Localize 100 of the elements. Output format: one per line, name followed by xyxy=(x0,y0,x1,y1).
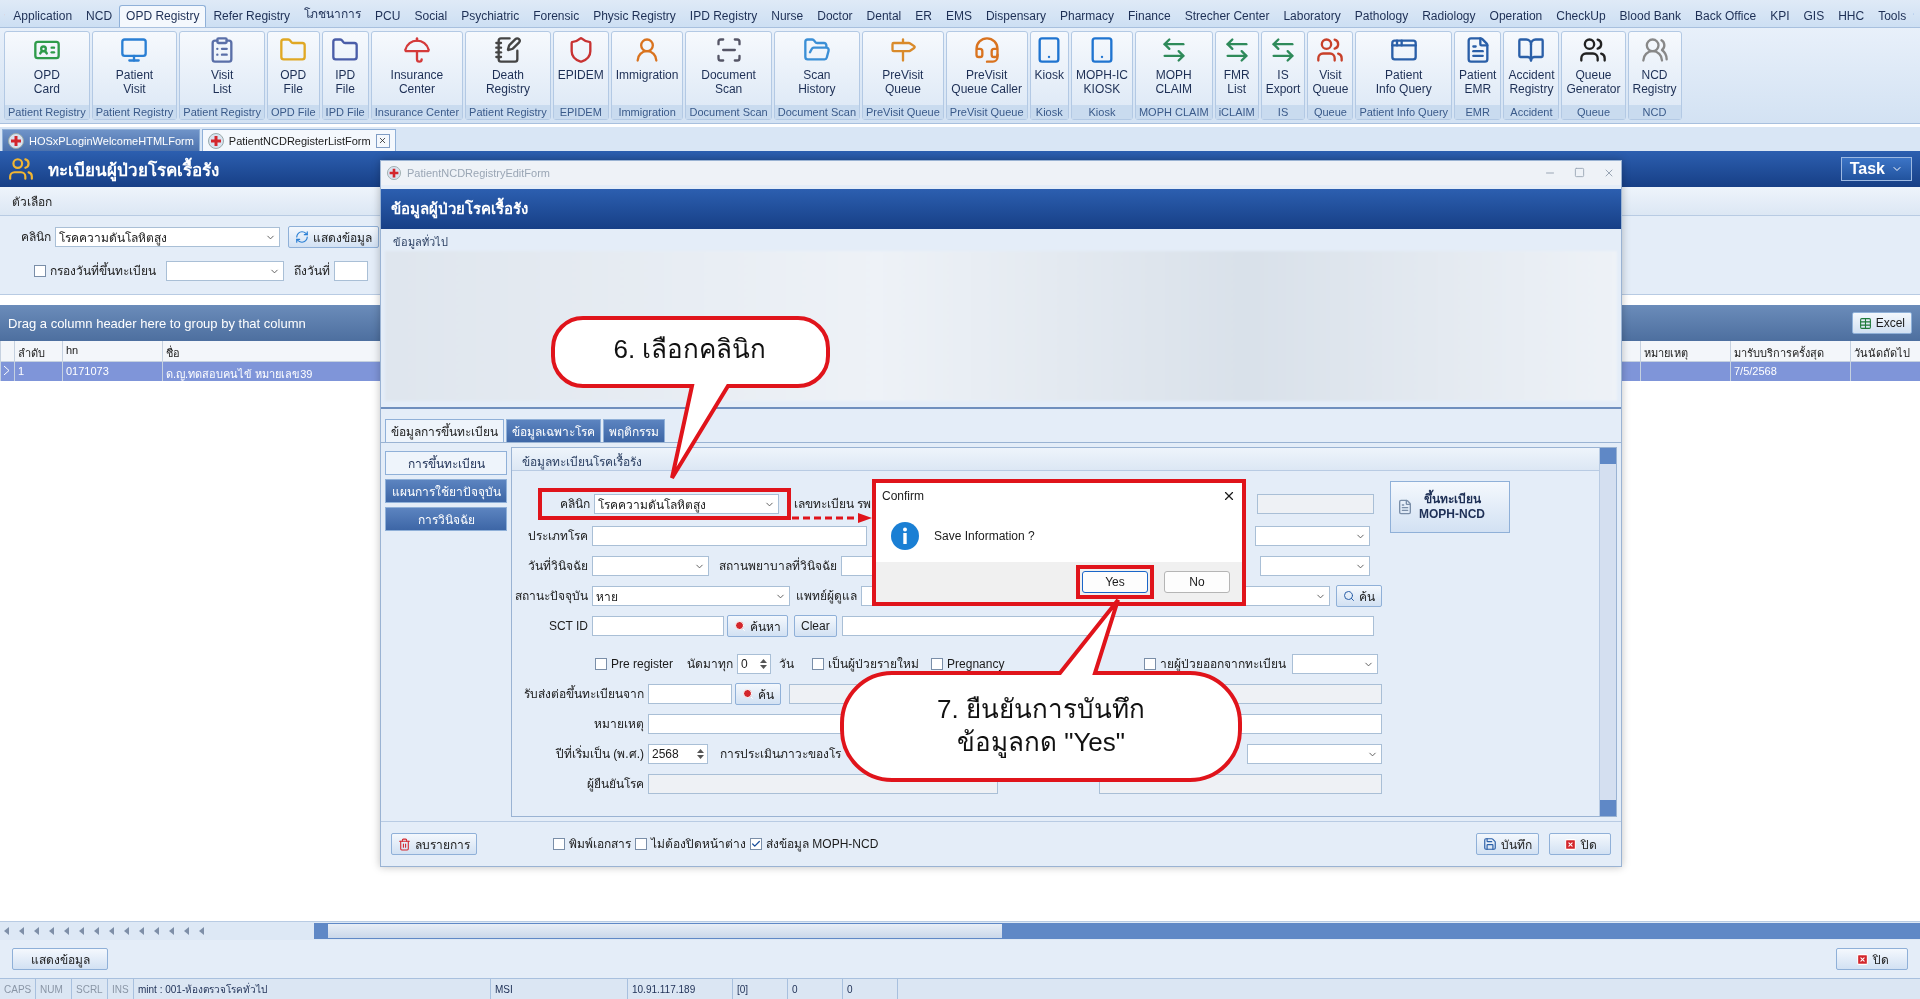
checkbox[interactable] xyxy=(750,838,762,850)
text-field[interactable] xyxy=(592,616,724,636)
menu-tab[interactable]: Dental xyxy=(859,5,909,27)
menu-tab[interactable]: Dispensary xyxy=(978,5,1053,27)
date-dropdown[interactable] xyxy=(592,556,709,576)
menu-tab[interactable]: Social xyxy=(407,5,455,27)
menu-tab[interactable]: Forensic xyxy=(526,5,587,27)
checkbox[interactable] xyxy=(635,838,647,850)
menu-tab[interactable]: Back Office xyxy=(1688,5,1764,27)
ribbon-button[interactable]: NCD Registry NCD xyxy=(1627,31,1682,120)
document-tab[interactable]: HOSxPLoginWelcomeHTMLForm xyxy=(2,129,200,151)
ribbon-button[interactable]: Patient Visit Patient Registry xyxy=(91,31,178,120)
menu-tab[interactable]: KPI xyxy=(1763,5,1797,27)
menu-tab[interactable]: Psychiatric xyxy=(454,5,527,27)
ribbon-button[interactable]: OPD Card Patient Registry xyxy=(4,31,90,120)
clear-button[interactable]: Clear xyxy=(794,615,837,637)
menu-tab[interactable]: Tools xyxy=(1871,5,1914,27)
ribbon-button[interactable]: Immigration Immigration xyxy=(610,31,684,120)
menu-tab[interactable]: CheckUp xyxy=(1549,5,1613,27)
menu-tab[interactable]: Operation xyxy=(1482,5,1550,27)
checkbox[interactable] xyxy=(931,658,944,670)
form-tab[interactable]: ข้อมูลการขึ้นทะเบียน xyxy=(385,419,504,442)
menu-tab[interactable]: PCU xyxy=(368,5,408,27)
doctor-search-button[interactable]: ค้น xyxy=(1336,585,1382,607)
status-dropdown[interactable]: หาย xyxy=(592,586,790,606)
menu-tab[interactable]: EMS xyxy=(938,5,979,27)
ribbon-button[interactable]: Kiosk Kiosk xyxy=(1029,31,1069,120)
date-field[interactable] xyxy=(334,261,368,281)
checkbox[interactable] xyxy=(812,658,825,670)
text-field[interactable] xyxy=(592,526,867,546)
menu-tab[interactable]: Physic Registry xyxy=(586,5,683,27)
checkbox[interactable] xyxy=(595,658,607,670)
save-button[interactable]: บันทึก xyxy=(1476,833,1539,855)
ribbon-button[interactable]: Queue Generator Queue xyxy=(1561,31,1626,120)
menu-tab[interactable]: Finance xyxy=(1121,5,1178,27)
ribbon-button[interactable]: PreVisit Queue Caller PreVisit Queue xyxy=(945,31,1028,120)
menu-tab[interactable]: โภชนาการ xyxy=(297,0,369,27)
ribbon-button[interactable]: IPD File IPD File xyxy=(321,31,369,120)
show-data-button[interactable]: แสดงข้อมูล xyxy=(12,948,108,970)
checkbox[interactable] xyxy=(553,838,565,850)
menu-tab[interactable]: Doctor xyxy=(810,5,860,27)
ribbon-button[interactable]: Visit List Patient Registry xyxy=(179,31,265,120)
text-field[interactable] xyxy=(841,616,1374,636)
register-moph-ncd-button[interactable]: ขึ้นทะเบียน MOPH-NCD xyxy=(1390,481,1510,533)
clinic-dropdown[interactable]: โรคความดันโลหิตสูง xyxy=(594,494,779,514)
form-tab[interactable]: ข้อมูลเฉพาะโรค xyxy=(506,419,601,442)
menu-tab[interactable]: Refer Registry xyxy=(206,5,298,27)
year-spinner[interactable]: 2568 xyxy=(648,744,708,764)
side-tab[interactable]: แผนการใช้ยาปัจจุบัน xyxy=(385,479,507,503)
document-tab[interactable]: PatientNCDRegisterListForm xyxy=(201,129,396,151)
menu-tab[interactable]: ER xyxy=(908,5,939,27)
vertical-scrollbar[interactable] xyxy=(1599,448,1616,816)
ribbon-button[interactable]: OPD File OPD File xyxy=(266,31,320,120)
close-icon[interactable] xyxy=(1222,489,1236,503)
form-tab[interactable]: พฤติกรรม xyxy=(603,419,665,442)
close-button[interactable]: ปิด xyxy=(1549,833,1611,855)
ribbon-button[interactable]: Document Scan Document Scan xyxy=(685,31,772,120)
text-field[interactable] xyxy=(648,684,732,704)
menu-tab[interactable]: GIS xyxy=(1796,5,1832,27)
maximize-icon[interactable] xyxy=(1574,167,1585,178)
no-button[interactable]: No xyxy=(1164,571,1230,593)
ribbon-button[interactable]: MOPH CLAIM MOPH CLAIM xyxy=(1134,31,1213,120)
close-tab-button[interactable] xyxy=(375,133,390,148)
yes-button[interactable]: Yes xyxy=(1082,571,1148,593)
close-button[interactable]: ปิด xyxy=(1836,948,1908,970)
task-button[interactable]: Task xyxy=(1840,157,1912,181)
ribbon-button[interactable]: Insurance Center Insurance Center xyxy=(370,31,464,120)
delete-button[interactable]: ลบรายการ xyxy=(391,833,477,855)
ribbon-button[interactable]: Death Registry Patient Registry xyxy=(465,31,551,120)
ribbon-button[interactable]: Patient EMR EMR xyxy=(1454,31,1502,120)
excel-button[interactable]: Excel xyxy=(1851,312,1912,334)
side-tab[interactable]: การขึ้นทะเบียน xyxy=(385,451,507,475)
search-button[interactable]: ค้นหา xyxy=(727,615,788,637)
ribbon-button[interactable]: Patient Info Query Patient Info Query xyxy=(1355,31,1453,120)
menu-tab[interactable]: Radiology xyxy=(1415,5,1483,27)
ribbon-button[interactable]: Scan History Document Scan xyxy=(773,31,860,120)
menu-tab[interactable]: Pathology xyxy=(1347,5,1416,27)
checkbox[interactable] xyxy=(1144,658,1156,670)
menu-tab[interactable]: NCD xyxy=(79,5,120,27)
ribbon-button[interactable]: Accident Registry Accident xyxy=(1503,31,1560,120)
menu-tab[interactable]: Application xyxy=(6,5,80,27)
ribbon-button[interactable]: IS Export IS xyxy=(1260,31,1306,120)
appoint-spinner[interactable]: 0 xyxy=(737,654,772,674)
show-data-button[interactable]: แสดงข้อมูล xyxy=(288,226,379,248)
menu-tab[interactable]: Blood Bank xyxy=(1612,5,1688,27)
date-dropdown[interactable] xyxy=(166,261,284,281)
menu-tab[interactable]: Pharmacy xyxy=(1053,5,1121,27)
ribbon-button[interactable]: MOPH-IC KIOSK Kiosk xyxy=(1070,31,1133,120)
horizontal-scrollbar[interactable] xyxy=(314,923,1920,939)
ribbon-button[interactable]: PreVisit Queue PreVisit Queue xyxy=(862,31,944,120)
clinic-dropdown[interactable]: โรคความดันโลหิตสูง xyxy=(55,227,280,247)
text-field[interactable] xyxy=(1257,494,1374,514)
ribbon-button[interactable]: Visit Queue Queue xyxy=(1307,31,1354,120)
menu-tab[interactable]: Laboratory xyxy=(1276,5,1348,27)
menu-tab[interactable]: Nurse xyxy=(764,5,811,27)
ribbon-button[interactable]: FMR List iCLAIM xyxy=(1214,31,1259,120)
menu-tab[interactable]: IPD Registry xyxy=(682,5,765,27)
checkbox[interactable] xyxy=(34,265,46,277)
menu-tab[interactable]: OPD Registry xyxy=(119,5,207,27)
side-tab[interactable]: การวินิจฉัย xyxy=(385,507,507,531)
